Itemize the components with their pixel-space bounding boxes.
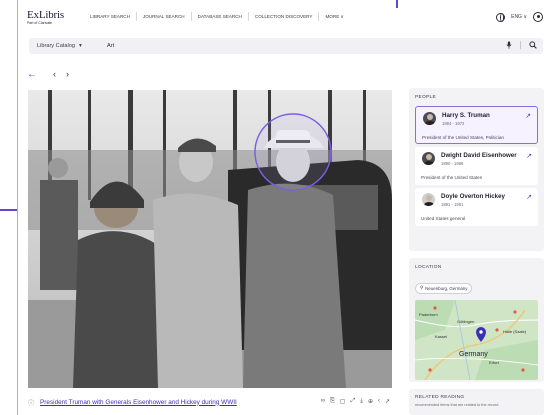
search-scope-dropdown[interactable]: Library Catalog ▾	[29, 43, 99, 49]
map-label-gottingen: Göttingen	[457, 318, 475, 324]
user-account-icon[interactable]	[533, 12, 543, 22]
map-label-paderborn: Paderborn	[419, 311, 438, 317]
nav-library-search[interactable]: LIBRARY SEARCH	[84, 12, 136, 21]
person-name: Harry S. Truman	[442, 112, 490, 119]
record-navigation: ← ‹ ›	[27, 70, 69, 80]
fullscreen-icon[interactable]: ⤢	[350, 398, 355, 405]
download-icon[interactable]: ⤓	[360, 398, 363, 405]
search-icon[interactable]	[529, 41, 537, 49]
open-link-icon[interactable]: ↗	[525, 112, 531, 120]
zoom-icon[interactable]: ⊕	[368, 398, 373, 405]
search-bar: Library Catalog ▾ Art	[29, 38, 543, 54]
photo-toolbar: ∞ ⎘ ▢ ⤢ ⤓ ⊕ ‹ ↗	[321, 398, 390, 405]
microphone-icon[interactable]	[506, 41, 512, 49]
open-link-icon[interactable]: ↗	[526, 193, 532, 201]
person-description: President of the United States, Politici…	[422, 135, 504, 140]
app-frame: ExLibris Part of Clarivate LIBRARY SEARC…	[17, 0, 550, 415]
location-panel: LOCATION ⚲ Neuenburg, Germany Paderborn …	[409, 258, 544, 382]
related-reading-title: RELATED READING	[415, 395, 465, 400]
map-label-germany: Germany	[459, 350, 488, 358]
info-icon: ⓘ	[28, 400, 35, 407]
previous-record-icon[interactable]: ‹	[53, 70, 56, 79]
search-divider	[520, 41, 521, 49]
photo-caption-link[interactable]: President Truman with Generals Eisenhowe…	[40, 399, 237, 406]
location-map[interactable]: Paderborn Göttingen Kassel Halle (Saale)…	[415, 299, 538, 380]
map-label-halle: Halle (Saale)	[503, 328, 527, 334]
back-arrow-icon[interactable]: ←	[27, 70, 37, 80]
next-record-icon[interactable]: ›	[66, 70, 69, 79]
photo-caption-row: ⓘ President Truman with Generals Eisenho…	[28, 395, 392, 409]
nav-database-search[interactable]: DATABASE SEARCH	[190, 12, 248, 21]
person-description: President of the United States	[421, 175, 483, 180]
avatar	[423, 112, 436, 125]
globe-icon[interactable]	[496, 12, 506, 22]
location-pin-icon: ⚲	[420, 285, 424, 290]
person-years: 1884 - 1972	[442, 121, 465, 126]
record-photo[interactable]	[28, 90, 392, 388]
chevron-down-icon: ▾	[78, 43, 82, 49]
callout-line-left	[0, 209, 17, 211]
exlibris-logo[interactable]: ExLibris Part of Clarivate	[27, 10, 67, 28]
nav-links: LIBRARY SEARCH JOURNAL SEARCH DATABASE S…	[84, 12, 350, 21]
related-reading-subtitle: recommended items that are related to th…	[415, 403, 499, 407]
person-card-truman[interactable]: Harry S. Truman 1884 - 1972 President of…	[415, 106, 538, 144]
person-years: 1890 - 1969	[441, 161, 464, 166]
search-actions	[506, 41, 537, 49]
map-label-erfurt: Erfurt	[489, 359, 499, 365]
share-icon[interactable]: ‹	[378, 398, 380, 405]
logo-sub-text: Part of Clarivate	[27, 21, 53, 25]
person-card-hickey[interactable]: Doyle Overton Hickey 1891 - 1961 United …	[415, 188, 538, 226]
logo-main-text: ExLibris	[27, 9, 64, 21]
people-panel-title: PEOPLE	[415, 95, 436, 100]
avatar	[422, 193, 435, 206]
related-reading-panel: RELATED READING recommended items that a…	[409, 389, 544, 415]
avatar	[422, 152, 435, 165]
permalink-icon[interactable]: ∞	[321, 398, 325, 405]
nav-more-menu[interactable]: MORE ∨	[318, 12, 349, 21]
person-card-eisenhower[interactable]: Dwight David Eisenhower 1890 - 1969 Pres…	[415, 147, 538, 185]
language-selector[interactable]: ENG ∨	[511, 14, 527, 20]
person-description: United States general	[421, 216, 466, 221]
person-name: Dwight David Eisenhower	[441, 152, 517, 159]
open-link-icon[interactable]: ↗	[526, 152, 532, 160]
historical-photo	[28, 90, 392, 388]
nav-right: ENG ∨	[496, 12, 543, 22]
external-link-icon[interactable]: ↗	[385, 398, 390, 405]
search-input[interactable]: Art	[107, 43, 114, 49]
location-chip-label: Neuenburg, Germany	[425, 285, 468, 291]
nav-journal-search[interactable]: JOURNAL SEARCH	[135, 12, 191, 21]
nav-collection-discovery[interactable]: COLLECTION DISCOVERY	[247, 12, 319, 21]
person-name: Doyle Overton Hickey	[441, 193, 505, 200]
bookmark-icon[interactable]: ▢	[340, 398, 346, 405]
location-chip[interactable]: ⚲ Neuenburg, Germany	[415, 282, 473, 294]
location-panel-title: LOCATION	[415, 265, 442, 270]
map-label-kassel: Kassel	[435, 333, 448, 339]
top-navigation: ExLibris Part of Clarivate LIBRARY SEARC…	[18, 6, 550, 30]
person-years: 1891 - 1961	[441, 202, 464, 207]
copy-icon[interactable]: ⎘	[330, 398, 335, 405]
search-scope-label: Library Catalog	[37, 43, 75, 49]
people-panel: PEOPLE Harry S. Truman 1884 - 1972 Presi…	[409, 88, 544, 251]
